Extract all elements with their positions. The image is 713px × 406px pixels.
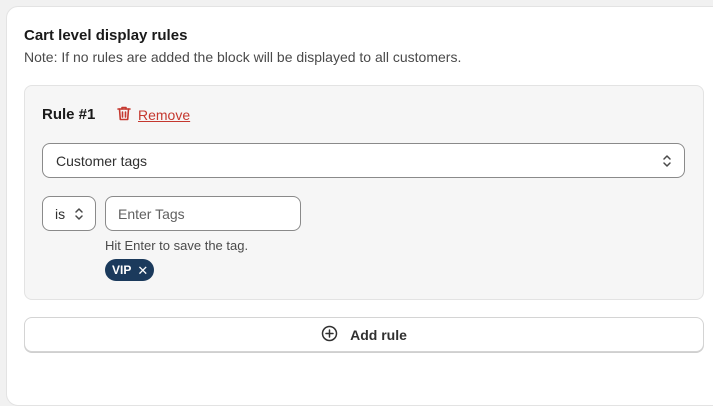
tag-chip: VIP ✕ <box>105 259 155 281</box>
add-rule-button[interactable]: Add rule <box>24 317 704 352</box>
close-icon[interactable]: ✕ <box>137 264 148 277</box>
tag-label: VIP <box>112 263 132 277</box>
display-rules-card: Cart level display rules Note: If no rul… <box>6 6 713 406</box>
add-rule-label: Add rule <box>350 326 407 343</box>
rule-card: Rule #1 Remove Customer tags is Enter Ta… <box>24 85 704 300</box>
trash-icon <box>116 105 132 125</box>
plus-circle-icon <box>321 325 338 345</box>
chevron-up-down-icon <box>661 153 673 172</box>
remove-label: Remove <box>138 107 191 123</box>
operator-value: is <box>55 205 66 222</box>
section-title: Cart level display rules <box>24 27 188 44</box>
remove-rule-button[interactable]: Remove <box>116 105 190 125</box>
condition-type-select[interactable]: Customer tags <box>42 143 685 178</box>
operator-select[interactable]: is <box>42 196 96 231</box>
chevron-up-down-icon <box>73 206 85 225</box>
condition-type-value: Customer tags <box>56 152 148 169</box>
rule-title: Rule #1 <box>42 106 96 123</box>
tags-input[interactable] <box>105 196 301 231</box>
tags-help-text: Hit Enter to save the tag. <box>105 238 249 253</box>
section-note: Note: If no rules are added the block wi… <box>24 49 462 65</box>
